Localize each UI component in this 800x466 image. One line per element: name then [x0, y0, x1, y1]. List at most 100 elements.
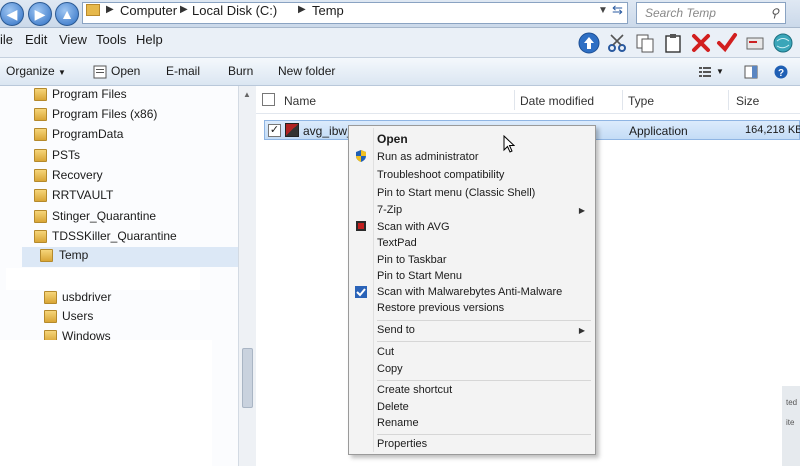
checkmark-icon[interactable] [716, 32, 738, 54]
refresh-icon[interactable]: ⇆ [612, 2, 623, 18]
menu-item-copy[interactable]: Copy [377, 363, 403, 375]
menu-item-pin-taskbar[interactable]: Pin to Taskbar [377, 254, 447, 266]
column-divider[interactable] [514, 90, 515, 110]
tree-item-usbdriver[interactable]: usbdriver [44, 289, 234, 309]
menu-item-pin-start[interactable]: Pin to Start Menu [377, 270, 462, 282]
tree-item-tdsskiller-quarantine[interactable]: TDSSKiller_Quarantine [34, 228, 234, 248]
folder-icon [34, 210, 47, 223]
up-icon[interactable]: ▲ [55, 2, 79, 26]
menu-item-scan-malwarebytes[interactable]: Scan with Malwarebytes Anti-Malware [377, 286, 562, 298]
tree-item-recovery[interactable]: Recovery [34, 167, 234, 187]
breadcrumb-separator-icon[interactable]: ▶ [106, 4, 114, 15]
preview-pane-icon[interactable] [744, 65, 758, 79]
tree-item-label: Stinger_Quarantine [52, 209, 157, 223]
burn-button[interactable]: Burn [228, 64, 253, 78]
menu-item-create-shortcut[interactable]: Create shortcut [377, 384, 452, 396]
menu-item-properties[interactable]: Properties [377, 438, 427, 450]
scroll-up-icon[interactable]: ▲ [243, 90, 251, 99]
menu-edit[interactable]: Edit [25, 32, 47, 47]
breadcrumb-separator-icon[interactable]: ▶ [180, 4, 188, 15]
menu-file[interactable]: ile [0, 32, 13, 47]
submenu-arrow-icon: ▶ [578, 326, 585, 335]
search-placeholder: Search Temp [645, 6, 716, 20]
menu-separator [377, 380, 591, 381]
submenu-arrow-icon: ▶ [578, 206, 585, 215]
tree-item-rrtvault[interactable]: RRTVAULT [34, 187, 234, 207]
organize-label: Organize [6, 64, 55, 78]
edge-text: ted [786, 398, 798, 407]
menu-item-send-to[interactable]: Send to [377, 324, 415, 336]
menu-item-troubleshoot[interactable]: Troubleshoot compatibility [377, 169, 504, 181]
view-options-icon[interactable] [698, 65, 712, 79]
globe-icon[interactable] [772, 32, 794, 54]
copy-icon[interactable] [634, 32, 656, 54]
tree-item-temp[interactable]: Temp [22, 247, 238, 267]
search-icon[interactable]: ⚲ [770, 6, 779, 20]
tree-item-label: Program Files (x86) [52, 107, 158, 121]
select-all-checkbox[interactable] [262, 93, 275, 106]
menu-help[interactable]: Help [136, 32, 163, 47]
command-bar: Organize ▼ Open E-mail Burn New folder ▼… [0, 58, 800, 86]
menu-item-cut[interactable]: Cut [377, 346, 394, 358]
folder-icon [44, 310, 57, 323]
tree-item-program-files-x86[interactable]: Program Files (x86) [34, 106, 234, 126]
menu-item-run-as-admin[interactable]: Run as administrator [377, 151, 479, 163]
breadcrumb-computer[interactable]: Computer [120, 3, 177, 18]
column-divider[interactable] [622, 90, 623, 110]
scroll-thumb[interactable] [242, 348, 253, 408]
menu-item-scan-avg[interactable]: Scan with AVG [377, 221, 450, 233]
context-menu: Open Run as administrator Troubleshoot c… [348, 125, 596, 455]
folder-icon [34, 230, 47, 243]
menu-gutter [373, 128, 374, 452]
up-arrow-icon[interactable] [578, 32, 600, 54]
delete-icon[interactable] [690, 32, 712, 54]
column-header: Name Date modified Type Size [256, 86, 800, 114]
breadcrumb-separator-icon[interactable]: ▶ [298, 4, 306, 15]
organize-button[interactable]: Organize ▼ [6, 64, 66, 78]
paste-icon[interactable] [662, 32, 684, 54]
organize-dropdown-icon: ▼ [58, 68, 66, 77]
tree-item-stinger-quarantine[interactable]: Stinger_Quarantine [34, 208, 234, 228]
column-type[interactable]: Type [628, 94, 654, 108]
tree-item-programdata[interactable]: ProgramData [34, 126, 234, 146]
menu-view[interactable]: View [59, 32, 87, 47]
navigation-pane: Program Files Program Files (x86) Progra… [0, 86, 256, 466]
view-dropdown-icon[interactable]: ▼ [716, 67, 724, 76]
menu-item-open[interactable]: Open [377, 132, 408, 146]
forward-icon[interactable]: ▶ [28, 2, 52, 26]
tree-item-label: usbdriver [62, 290, 112, 304]
menu-item-restore-versions[interactable]: Restore previous versions [377, 302, 504, 314]
help-icon[interactable]: ? [774, 65, 788, 79]
menu-tools[interactable]: Tools [96, 32, 126, 47]
open-button[interactable]: Open [111, 64, 140, 78]
tree-item-program-files[interactable]: Program Files [34, 86, 234, 106]
search-input[interactable]: Search Temp ⚲ [636, 2, 786, 24]
new-folder-button[interactable]: New folder [278, 64, 335, 78]
nav-scrollbar[interactable]: ▲ [238, 86, 256, 466]
column-divider[interactable] [728, 90, 729, 110]
column-date-modified[interactable]: Date modified [520, 94, 594, 108]
tree-item-users[interactable]: Users [44, 308, 234, 328]
tree-item-label: TDSSKiller_Quarantine [52, 229, 177, 243]
properties-icon[interactable] [744, 32, 766, 54]
scissors-icon[interactable] [606, 32, 628, 54]
breadcrumb-temp[interactable]: Temp [312, 3, 344, 18]
column-name[interactable]: Name [284, 94, 316, 108]
tree-item-psts[interactable]: PSTs [34, 147, 234, 167]
menu-item-textpad[interactable]: TextPad [377, 237, 417, 249]
column-size[interactable]: Size [736, 94, 759, 108]
address-dropdown-icon[interactable]: ▼ [598, 5, 608, 16]
breadcrumb-local-disk[interactable]: Local Disk (C:) [192, 3, 277, 18]
menu-item-delete[interactable]: Delete [377, 401, 409, 413]
open-icon[interactable] [93, 65, 107, 79]
row-checkbox[interactable]: ✓ [268, 124, 281, 137]
folder-icon [34, 149, 47, 162]
menu-item-rename[interactable]: Rename [377, 417, 419, 429]
email-button[interactable]: E-mail [166, 64, 200, 78]
tree-item-label: PSTs [52, 148, 81, 162]
folder-icon [34, 189, 47, 202]
folder-icon [34, 88, 47, 101]
back-icon[interactable]: ◀ [0, 2, 24, 26]
menu-item-pin-start-classic[interactable]: Pin to Start menu (Classic Shell) [377, 187, 535, 199]
menu-item-7zip[interactable]: 7-Zip [377, 204, 402, 216]
